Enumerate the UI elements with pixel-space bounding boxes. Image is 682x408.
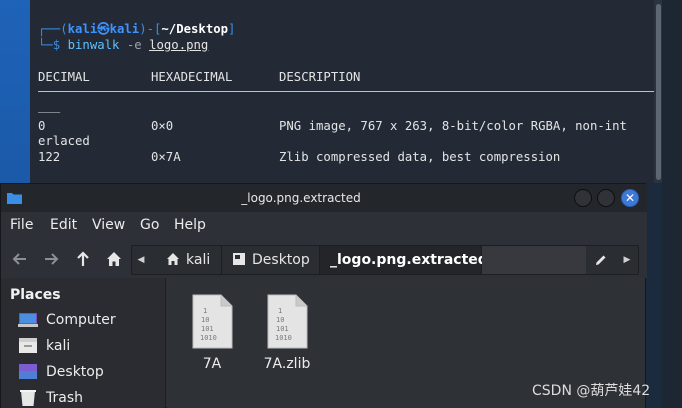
menu-go[interactable]: Go — [140, 212, 159, 238]
path-segment-kali[interactable]: kali — [154, 246, 222, 274]
terminal-scrollbar-thumb[interactable] — [656, 4, 661, 180]
row-1-description: PNG image, 767 x 263, 8-bit/color RGBA, … — [279, 119, 627, 133]
binary-glyph-line: 101 — [276, 325, 289, 333]
home-icon — [107, 252, 121, 266]
close-icon: ✕ — [624, 191, 636, 205]
close-button[interactable]: ✕ — [621, 189, 639, 207]
row-1-decimal: 0 — [38, 119, 46, 133]
row-2-decimal: 122 — [38, 150, 61, 164]
file-name-7a: 7A — [202, 356, 222, 372]
path-segment-desktop[interactable]: Desktop — [222, 246, 320, 274]
prompt-user: kali — [67, 22, 98, 36]
sidebar-item-computer[interactable]: Computer — [18, 308, 158, 332]
header-description: DESCRIPTION — [279, 70, 361, 84]
arrow-left-icon — [12, 253, 26, 265]
path-label-kali: kali — [186, 252, 211, 268]
command-name: binwalk — [67, 38, 120, 52]
sidebar-item-kali[interactable]: kali — [18, 334, 158, 358]
sidebar-label-desktop: Desktop — [46, 364, 104, 380]
title-bar[interactable]: _logo.png.extracted ✕ — [1, 184, 647, 212]
sidebar-label-trash: Trash — [46, 390, 83, 406]
file-manager-window: _logo.png.extracted ✕ File Edit View Go … — [0, 183, 647, 408]
prompt-path-close: ] — [228, 22, 236, 36]
menu-bar: File Edit View Go Help — [1, 212, 647, 238]
terminal-window[interactable]: ┌──(kali㉿kali)-[~/Desktop] └─$ binwalk -… — [30, 0, 662, 183]
file-name-7a-zlib: 7A.zlib — [263, 356, 311, 372]
prompt-path: ~/Desktop — [161, 22, 229, 36]
prompt-dollar: └─$ — [38, 38, 68, 52]
desktop-background-right — [662, 0, 682, 408]
path-scroll-left[interactable]: ◀ — [132, 246, 150, 274]
desktop-icon — [19, 364, 37, 379]
desktop-icon — [233, 253, 245, 265]
sidebar-label-kali: kali — [46, 338, 71, 354]
back-button[interactable] — [11, 250, 29, 268]
minimize-button[interactable] — [574, 189, 592, 207]
csdn-watermark: CSDN @葫芦娃42 — [532, 383, 651, 399]
binary-glyph-line: 1010 — [275, 334, 292, 342]
binary-glyph-line: 1 — [203, 307, 207, 315]
separator-underscore: ___ — [38, 99, 61, 113]
sidebar-item-desktop[interactable]: Desktop — [18, 360, 158, 384]
arrow-right-icon — [45, 253, 59, 265]
pencil-icon — [596, 255, 606, 265]
maximize-button[interactable] — [597, 189, 615, 207]
path-bar: ◀ kali Desktop _logo.png.extracted ▶ — [131, 245, 639, 275]
binary-glyph-line: 101 — [201, 325, 214, 333]
up-button[interactable] — [74, 250, 92, 268]
prompt-line-1: ┌──(kali㉿kali)-[~/Desktop] — [38, 22, 235, 37]
menu-edit[interactable]: Edit — [50, 212, 77, 238]
arrow-up-icon — [77, 251, 89, 266]
prompt-bracket: ┌──( — [38, 22, 68, 36]
command-flag: -e — [126, 38, 142, 52]
row-1-hex: 0×0 — [151, 119, 174, 133]
binary-file-icon: 1 10 101 1010 — [267, 294, 308, 349]
header-hexadecimal: HEXADECIMAL — [151, 70, 233, 84]
home-button[interactable] — [105, 250, 123, 268]
computer-icon — [18, 313, 38, 327]
path-empty-area — [482, 246, 586, 274]
edit-path-button[interactable] — [586, 246, 616, 274]
sidebar-label-computer: Computer — [46, 312, 116, 328]
row-1-wrap: erlaced — [38, 134, 90, 148]
sidebar: Places Computer kali Desktop Trash — [1, 278, 166, 408]
home-folder-icon — [19, 338, 37, 353]
binary-glyph-line: 1 — [278, 307, 282, 315]
trash-icon — [20, 390, 36, 406]
command-argument: logo.png — [149, 38, 209, 52]
sidebar-item-trash[interactable]: Trash — [18, 386, 158, 408]
binary-file-icon: 1 10 101 1010 — [192, 294, 233, 349]
terminal-scrollbar[interactable] — [654, 0, 662, 183]
path-segment-extracted[interactable]: _logo.png.extracted — [320, 246, 488, 274]
menu-view[interactable]: View — [92, 212, 125, 238]
path-scroll-right[interactable]: ▶ — [618, 246, 636, 274]
sidebar-heading: Places — [10, 287, 61, 303]
prompt-line-2: └─$ binwalk -e logo.png — [38, 38, 208, 53]
forward-button[interactable] — [42, 250, 60, 268]
window-title: _logo.png.extracted — [241, 191, 361, 205]
binary-glyph-line: 1010 — [200, 334, 217, 342]
header-separator — [38, 91, 654, 92]
row-2-hex: 0×7A — [151, 150, 181, 164]
prompt-host: kali — [109, 22, 140, 36]
path-label-desktop: Desktop — [252, 252, 310, 268]
prompt-path-open: )-[ — [139, 22, 162, 36]
home-icon — [167, 253, 179, 265]
toolbar: ◀ kali Desktop _logo.png.extracted ▶ — [1, 238, 647, 278]
binary-glyph-line: 10 — [201, 316, 209, 324]
menu-help[interactable]: Help — [174, 212, 206, 238]
row-2-description: Zlib compressed data, best compression — [279, 150, 561, 164]
prompt-at-symbol: ㉿ — [97, 22, 110, 36]
menu-file[interactable]: File — [10, 212, 33, 238]
header-decimal: DECIMAL — [38, 70, 90, 84]
binary-glyph-line: 10 — [276, 316, 284, 324]
